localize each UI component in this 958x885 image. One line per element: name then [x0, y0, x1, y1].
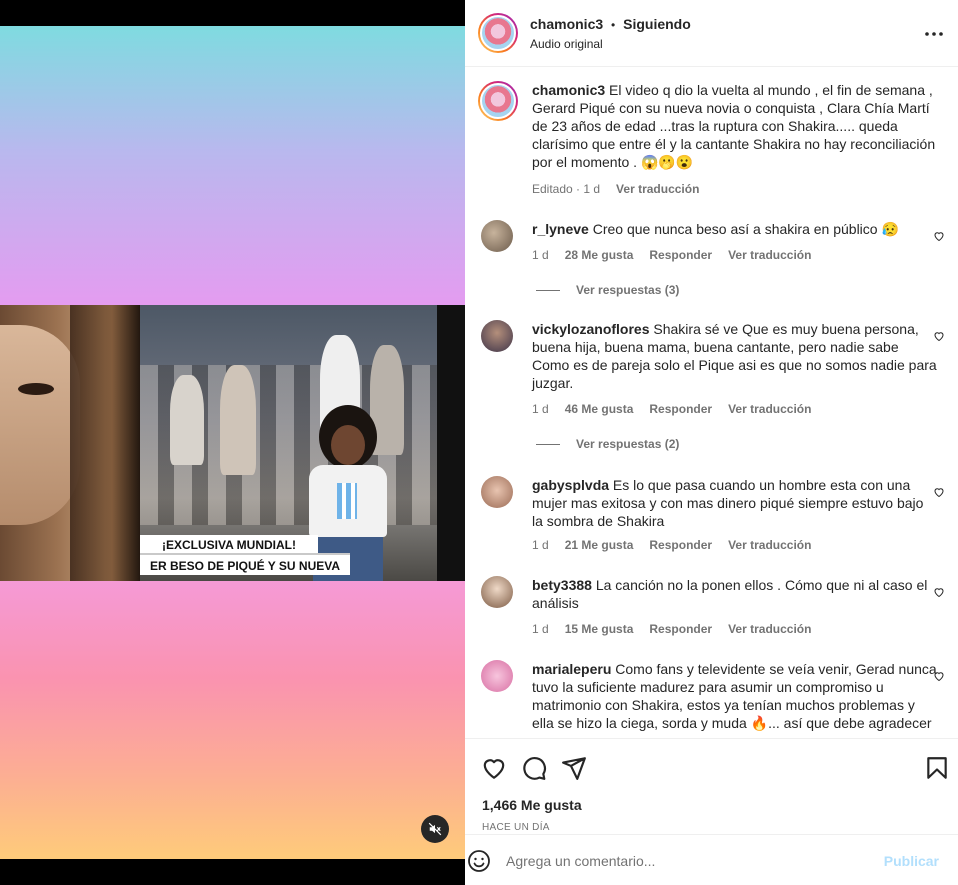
small-heart-icon[interactable]: [933, 330, 945, 342]
comment-reply-button[interactable]: Responder: [649, 538, 712, 552]
caption-translate-link[interactable]: Ver traducción: [616, 182, 699, 196]
comment-reply-button[interactable]: Responder: [649, 622, 712, 636]
following-button[interactable]: Siguiendo: [623, 16, 691, 32]
small-heart-icon[interactable]: [933, 230, 945, 242]
small-heart-icon[interactable]: [933, 486, 945, 498]
comment-translate-link[interactable]: Ver traducción: [728, 538, 811, 552]
commenter-avatar[interactable]: [481, 660, 513, 692]
commenter-username[interactable]: gabysplvda: [532, 477, 609, 493]
view-replies-label: Ver respuestas (2): [576, 437, 680, 451]
likes-count[interactable]: 1,466 Me gusta: [482, 797, 582, 813]
media-gradient-bottom: [0, 581, 465, 859]
audio-label[interactable]: Audio original: [530, 37, 603, 51]
post-panel: chamonic3 • Siguiendo Audio original cha…: [465, 0, 958, 885]
comment-translate-link[interactable]: Ver traducción: [728, 402, 811, 416]
post-time: HACE UN DÍA: [482, 822, 550, 833]
more-options-icon: [925, 32, 943, 36]
commenter-username[interactable]: r_lyneve: [532, 221, 589, 237]
comment-reply-button[interactable]: Responder: [649, 248, 712, 262]
caption-avatar[interactable]: [478, 81, 518, 121]
post-actions: 1,466 Me gusta HACE UN DÍA: [465, 738, 958, 834]
view-replies-button[interactable]: Ver respuestas (3): [536, 283, 679, 297]
header-separator: •: [611, 18, 616, 32]
comment-icon[interactable]: [521, 755, 547, 781]
comment-translate-link[interactable]: Ver traducción: [728, 622, 811, 636]
comment-reply-button[interactable]: Responder: [649, 402, 712, 416]
add-comment-bar: Publicar: [465, 834, 958, 885]
comment-time: 1 d: [532, 248, 549, 262]
commenter-avatar[interactable]: [481, 220, 513, 252]
commenter-avatar[interactable]: [481, 576, 513, 608]
publish-button[interactable]: Publicar: [884, 853, 939, 869]
commenter-avatar[interactable]: [481, 476, 513, 508]
mute-button[interactable]: [421, 815, 449, 843]
video-face-left: [0, 305, 140, 581]
comment-text: La canción no la ponen ellos . Cómo que …: [532, 577, 928, 611]
comments-list[interactable]: chamonic3 El video q dio la vuelta al mu…: [465, 68, 958, 738]
save-icon[interactable]: [924, 755, 950, 781]
author-avatar[interactable]: [478, 13, 518, 53]
mute-icon: [428, 822, 442, 836]
caption-edited: Editado · 1 d: [532, 182, 601, 196]
commenter-username[interactable]: bety3388: [532, 577, 592, 593]
comment-time: 1 d: [532, 622, 549, 636]
view-replies-label: Ver respuestas (3): [576, 283, 680, 297]
comment-input[interactable]: [506, 849, 876, 873]
small-heart-icon[interactable]: [933, 670, 945, 682]
media-gradient-top: [0, 26, 465, 305]
post-header: chamonic3 • Siguiendo Audio original: [465, 0, 958, 67]
share-icon[interactable]: [561, 755, 587, 781]
emoji-icon[interactable]: [467, 849, 491, 873]
comment-translate-link[interactable]: Ver traducción: [728, 248, 811, 262]
caption-username[interactable]: chamonic3: [532, 82, 605, 98]
comment-likes[interactable]: 46 Me gusta: [565, 402, 634, 416]
video-frame[interactable]: ¡EXCLUSIVA MUNDIAL! ER BESO DE PIQUÉ Y S…: [0, 305, 465, 581]
view-replies-button[interactable]: Ver respuestas (2): [536, 437, 679, 451]
comment-time: 1 d: [532, 538, 549, 552]
post-media[interactable]: ¡EXCLUSIVA MUNDIAL! ER BESO DE PIQUÉ Y S…: [0, 0, 465, 885]
comment-likes[interactable]: 15 Me gusta: [565, 622, 634, 636]
commenter-username[interactable]: marialeperu: [532, 661, 611, 677]
comment-likes[interactable]: 21 Me gusta: [565, 538, 634, 552]
video-banner-subtitle: ER BESO DE PIQUÉ Y SU NUEVA: [140, 553, 350, 575]
small-heart-icon[interactable]: [933, 586, 945, 598]
more-options-button[interactable]: [922, 22, 946, 46]
comment-likes[interactable]: 28 Me gusta: [565, 248, 634, 262]
commenter-avatar[interactable]: [481, 320, 513, 352]
commenter-username[interactable]: vickylozanoflores: [532, 321, 650, 337]
comment-text: Creo que nunca beso así a shakira en púb…: [592, 221, 899, 237]
video-banner-title: ¡EXCLUSIVA MUNDIAL!: [140, 535, 318, 555]
comment-time: 1 d: [532, 402, 549, 416]
like-icon[interactable]: [481, 755, 507, 781]
author-username[interactable]: chamonic3: [530, 16, 603, 32]
